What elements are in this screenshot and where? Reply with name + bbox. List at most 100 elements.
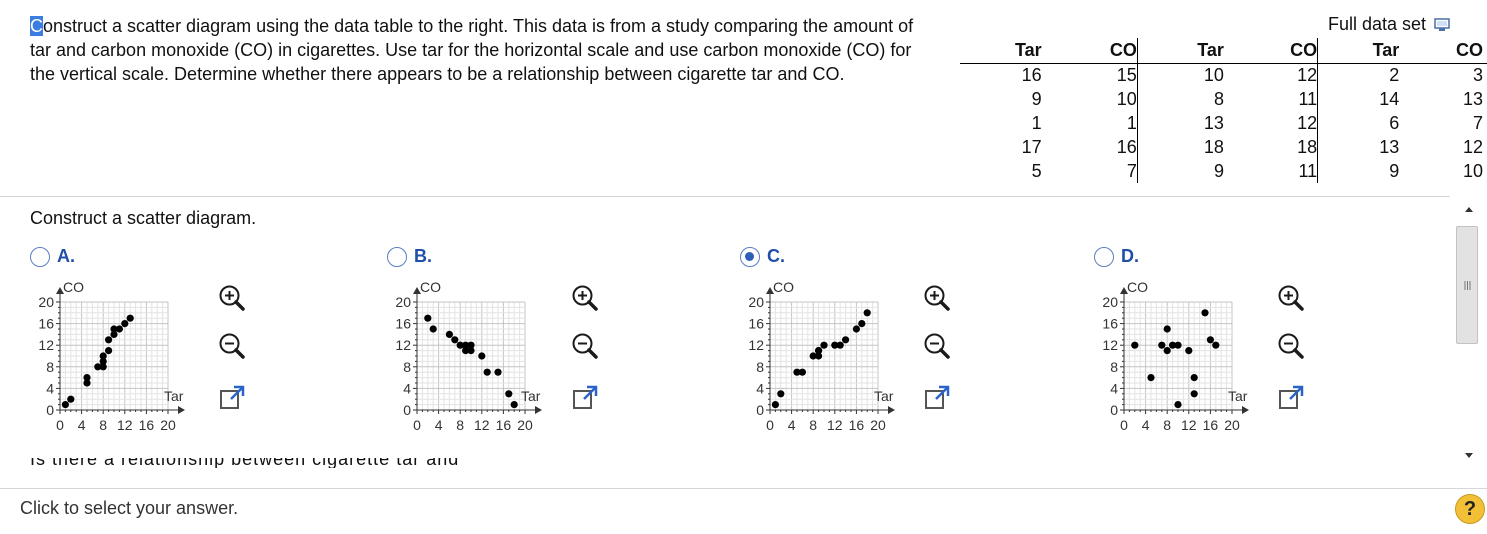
column-header: CO [1407,38,1487,64]
table-row: 17 16 18 18 13 12 [960,135,1487,159]
x-tick-label: 16 [1203,417,1219,433]
option-a-header[interactable]: A. [30,246,75,267]
x-tick-label: 8 [456,417,464,433]
table-cell: 18 [1237,135,1319,159]
scatter-point [67,395,75,403]
y-tick-label: 20 [38,294,54,310]
zoom-in-icon[interactable] [570,283,600,313]
y-tick-label: 8 [403,359,411,375]
help-button[interactable]: ? [1455,494,1485,524]
option-c[interactable]: C. 20 16 12 8 4 0 0 4 8 12 16 20 CO Tar [740,246,1080,446]
scatter-point [424,314,432,322]
scroll-up-arrow-icon[interactable] [1462,203,1476,217]
scatter-point [798,368,806,376]
scatter-point [842,336,850,344]
scatter-point [852,325,860,333]
scrollbar-thumb[interactable] [1456,226,1478,344]
scatter-point [429,325,437,333]
option-b-letter: B. [414,246,432,266]
table-cell: 12 [1237,63,1319,87]
scatter-point [510,401,518,409]
y-tick-label: 12 [395,337,411,353]
option-a-letter: A. [57,246,75,266]
option-c-radio[interactable] [740,246,760,267]
scroll-down-arrow-icon[interactable] [1462,448,1476,462]
option-b-header[interactable]: B. [387,246,432,267]
open-graph-icon[interactable] [570,383,600,413]
option-b[interactable]: B. 20 16 12 8 4 0 0 4 8 12 16 20 CO Tar [387,246,727,446]
table-cell: 9 [1213,160,1224,181]
table-row: 5 7 9 11 9 10 [960,159,1487,183]
option-c-letter: C. [767,246,785,266]
table-cell: 2 [1389,64,1400,85]
x-tick-label: 20 [160,417,176,433]
scatter-point [1206,336,1214,344]
x-tick-label: 8 [1163,417,1171,433]
grid [769,301,879,411]
zoom-in-icon[interactable] [1276,283,1306,313]
scatter-point [121,320,129,328]
column-header: CO [1237,38,1319,64]
table-cell: 7 [1057,159,1138,183]
scatter-point [815,347,823,355]
zoom-out-icon[interactable] [1276,331,1306,361]
column-header: Tar [1137,38,1238,64]
x-tick-label: 4 [788,417,796,433]
x-tick-label: 4 [1142,417,1150,433]
y-tick-label: 12 [748,337,764,353]
y-tick-label: 12 [1102,337,1118,353]
option-d-radio[interactable] [1094,246,1114,267]
question-first-letter: C [30,16,43,36]
scatter-point [1174,341,1182,349]
option-b-radio[interactable] [387,246,407,267]
open-graph-icon[interactable] [1276,383,1306,413]
table-cell: 10 [1203,64,1224,85]
scatter-point [863,309,871,317]
y-tick-label: 0 [756,402,764,418]
y-tick-label: 4 [1110,380,1118,396]
table-cell: 13 [1379,136,1400,157]
scatter-point [836,341,844,349]
x-tick-label: 8 [99,417,107,433]
y-axis-label: CO [420,279,441,295]
x-axis-arrow-icon [535,406,542,414]
table-row: 16 15 10 12 2 3 [960,63,1487,87]
full-data-set-link[interactable]: Full data set [1328,14,1450,35]
option-a[interactable]: A. 20 16 12 8 4 0 0 4 8 12 16 20 CO Tar [30,246,370,446]
scatter-point [1185,347,1193,355]
y-tick-label: 8 [1110,359,1118,375]
scatter-point [445,330,453,338]
option-a-radio[interactable] [30,246,50,267]
scatter-point [1158,341,1166,349]
scatter-point [105,336,113,344]
scatter-point [820,341,828,349]
zoom-out-icon[interactable] [922,331,952,361]
y-tick-label: 20 [395,294,411,310]
scatter-point [1131,341,1139,349]
zoom-out-icon[interactable] [570,331,600,361]
zoom-in-icon[interactable] [922,283,952,313]
x-tick-label: 16 [139,417,155,433]
open-graph-icon[interactable] [217,383,247,413]
scatter-point [1212,341,1220,349]
scatter-point [126,314,134,322]
option-d-header[interactable]: D. [1094,246,1139,267]
x-tick-label: 20 [870,417,886,433]
scatter-point [478,352,486,360]
y-tick-label: 4 [403,380,411,396]
zoom-out-icon[interactable] [217,331,247,361]
option-c-header[interactable]: C. [740,246,785,267]
scatter-point [115,325,123,333]
open-graph-icon[interactable] [922,383,952,413]
scatter-point [1190,374,1198,382]
scatter-point [467,347,475,355]
table-cell: 15 [1057,63,1138,87]
y-tick-label: 4 [756,380,764,396]
x-tick-label: 0 [56,417,64,433]
option-a-scatter-plot: 2016128400 4 8 12 16 20COTar [38,279,185,433]
table-cell: 18 [1203,136,1224,157]
zoom-in-icon[interactable] [217,283,247,313]
x-tick-label: 8 [809,417,817,433]
footer-instruction: Click to select your answer. [20,498,239,518]
option-d[interactable]: D. 20 16 12 8 4 0 0 4 8 12 16 20 CO Tar [1094,246,1434,446]
